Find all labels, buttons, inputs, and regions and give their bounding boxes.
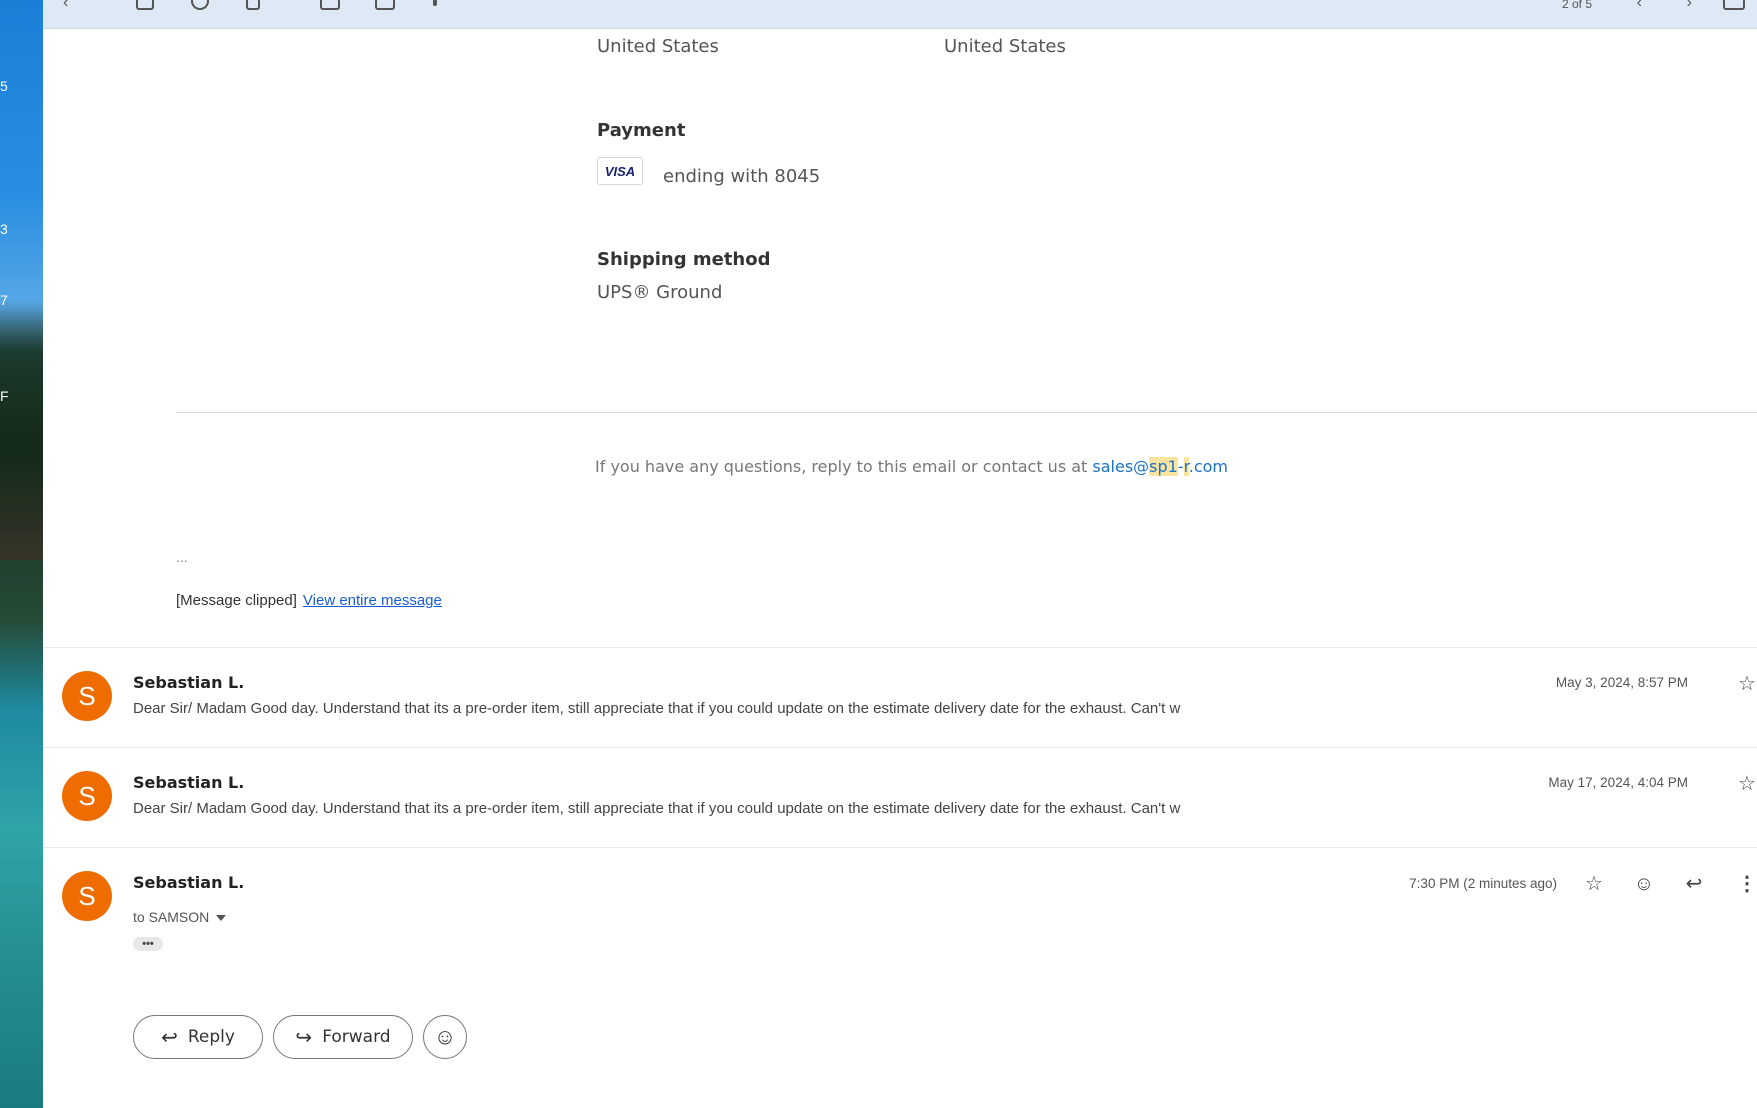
payment-heading: Payment (597, 120, 686, 141)
visa-card-icon: VISA (597, 157, 643, 185)
email-part: .com (1188, 457, 1228, 476)
message-clipped-notice: [Message clipped] View entire message (176, 592, 442, 609)
recipient-line[interactable]: to SAMSON (133, 909, 227, 925)
contact-line: If you have any questions, reply to this… (595, 457, 1228, 476)
back-icon[interactable]: ‹ (63, 0, 68, 12)
view-entire-message-link[interactable]: View entire message (303, 592, 442, 609)
reply-icon[interactable]: ↩ (1683, 873, 1705, 895)
desktop-background: 5 3 7 F (0, 0, 43, 1108)
add-reaction-icon[interactable]: ☺ (1633, 873, 1655, 895)
avatar: S (62, 871, 112, 921)
message-snippet: Dear Sir/ Madam Good day. Understand tha… (133, 700, 1181, 717)
reply-icon: ↩ (161, 1025, 178, 1049)
shipping-method-heading: Shipping method (597, 249, 771, 270)
forward-button[interactable]: ↪ Forward (273, 1015, 413, 1059)
star-icon[interactable]: ☆ (1736, 673, 1757, 695)
avatar: S (62, 771, 112, 821)
star-icon[interactable]: ☆ (1736, 773, 1757, 795)
card-ending-text: ending with 8045 (663, 166, 821, 187)
desktop-label: 3 (0, 221, 8, 237)
forward-icon: ↪ (295, 1025, 313, 1049)
desktop-label: 5 (0, 78, 8, 94)
message-separator (43, 847, 1757, 848)
add-reaction-button[interactable]: ☺ (423, 1015, 467, 1059)
desktop-label: F (0, 388, 9, 404)
more-options-icon[interactable]: ⋮ (1736, 873, 1757, 895)
show-details-icon[interactable] (216, 915, 227, 922)
email-part: - (1177, 457, 1184, 476)
show-trimmed-content-button[interactable]: ••• (133, 937, 163, 951)
pagination-counter: 2 of 5 (1561, 0, 1592, 11)
reply-label: Reply (187, 1027, 235, 1047)
trimmed-content-ellipsis[interactable]: ... (176, 549, 188, 565)
email-part-highlighted: sp1 (1149, 457, 1178, 476)
forward-label: Forward (322, 1027, 391, 1047)
shipping-method-value: UPS® Ground (597, 282, 723, 303)
move-to-icon[interactable] (375, 0, 395, 10)
email-part: sales@ (1092, 457, 1150, 476)
message-date: May 3, 2024, 8:57 PM (1555, 675, 1688, 690)
reply-button[interactable]: ↩ Reply (133, 1015, 263, 1059)
message-snippet: Dear Sir/ Madam Good day. Understand tha… (133, 800, 1181, 817)
report-spam-icon[interactable] (191, 0, 209, 10)
sender-name: Sebastian L. (133, 873, 245, 892)
message-separator (43, 647, 1757, 648)
sender-name: Sebastian L. (133, 673, 245, 692)
sales-email-link[interactable]: sales@sp1-r.com (1092, 457, 1228, 476)
billing-country: United States (597, 36, 719, 57)
keyboard-icon[interactable] (1723, 0, 1745, 10)
email-toolbar: ‹ 2 of 5 ‹ › (43, 0, 1757, 29)
desktop-label: 7 (0, 292, 8, 308)
message-date: 7:30 PM (2 minutes ago) (1409, 876, 1557, 891)
message-date: May 17, 2024, 4:04 PM (1548, 775, 1688, 790)
shipping-country: United States (944, 36, 1066, 57)
emoji-icon: ☺ (433, 1024, 457, 1049)
contact-text: If you have any questions, reply to this… (595, 457, 1093, 476)
star-icon[interactable]: ☆ (1583, 873, 1605, 895)
more-icon[interactable] (433, 0, 437, 6)
divider (176, 412, 1757, 413)
prev-icon[interactable]: ‹ (1637, 0, 1642, 12)
message-clipped-label: [Message clipped] (176, 592, 297, 609)
mark-unread-icon[interactable] (320, 0, 340, 10)
recipient-text: to SAMSON (133, 909, 210, 925)
delete-icon[interactable] (246, 0, 260, 10)
archive-icon[interactable] (136, 0, 154, 10)
sender-name: Sebastian L. (133, 773, 245, 792)
avatar: S (62, 671, 112, 721)
message-separator (43, 747, 1757, 748)
message-body: United States United States Payment VISA… (43, 28, 1757, 1108)
next-icon[interactable]: › (1687, 0, 1692, 12)
desktop-tree-image (0, 300, 43, 560)
